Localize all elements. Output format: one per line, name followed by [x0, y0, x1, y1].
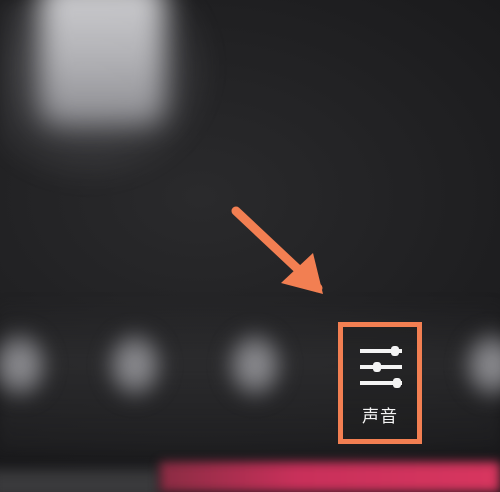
sound-label: 声音	[362, 407, 398, 427]
bottom-accent-bar[interactable]	[160, 462, 500, 492]
bottom-bar-left	[0, 470, 160, 492]
video-editor-screen: 声音	[0, 0, 500, 492]
blurred-tool-button[interactable]	[225, 330, 285, 400]
sound-button[interactable]: 声音	[338, 322, 422, 444]
blurred-preview-window	[40, 0, 165, 125]
blurred-tool-button[interactable]	[105, 330, 165, 400]
sliders-icon	[360, 346, 402, 388]
